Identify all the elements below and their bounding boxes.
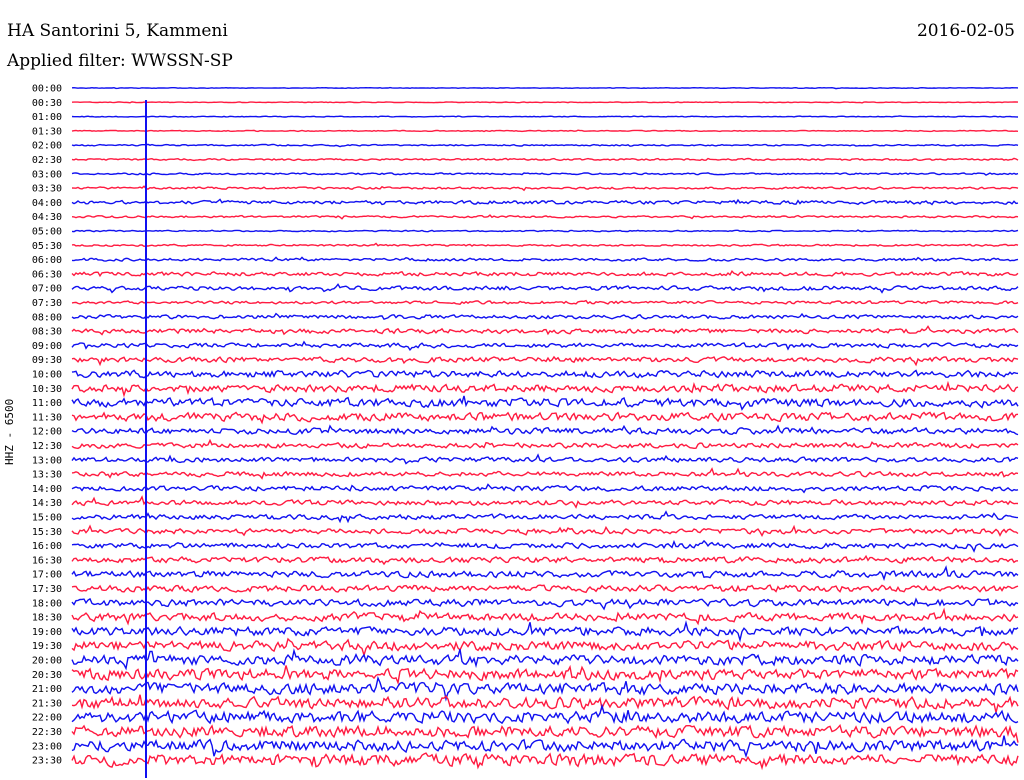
time-tick-label: 18:30 bbox=[32, 613, 62, 624]
time-tick-label: 07:00 bbox=[32, 284, 62, 295]
trace-row bbox=[71, 229, 1019, 233]
time-tick-label: 19:00 bbox=[32, 627, 62, 638]
trace-row bbox=[71, 299, 1019, 305]
time-tick-label: 21:00 bbox=[32, 684, 62, 695]
time-tick-label: 04:30 bbox=[32, 212, 62, 223]
trace-row bbox=[71, 467, 1019, 480]
seismogram-plot: 00:00 00:30 01:00 01:30 02:00 02:30 03:00 03:30… bbox=[32, 84, 1019, 778]
trace-row bbox=[71, 554, 1019, 566]
trace-row bbox=[71, 584, 1019, 594]
trace-row bbox=[71, 510, 1019, 524]
time-tick-label: 00:00 bbox=[32, 84, 62, 95]
trace-row bbox=[71, 172, 1019, 176]
trace-row bbox=[71, 607, 1019, 626]
trace-row bbox=[71, 438, 1019, 450]
time-tick-label: 14:00 bbox=[32, 484, 62, 495]
trace-row bbox=[71, 198, 1019, 206]
trace-row bbox=[71, 86, 1019, 90]
time-tick-label: 10:30 bbox=[32, 384, 62, 395]
time-tick-label: 06:00 bbox=[32, 255, 62, 266]
trace-row bbox=[71, 524, 1019, 538]
trace-row bbox=[71, 424, 1019, 436]
trace-row bbox=[71, 411, 1019, 425]
trace-row bbox=[71, 214, 1019, 220]
time-tick-label: 17:30 bbox=[32, 584, 62, 595]
time-tick-label: 16:30 bbox=[32, 555, 62, 566]
trace-row bbox=[71, 483, 1019, 494]
trace-row bbox=[71, 735, 1019, 759]
trace-row bbox=[71, 115, 1019, 118]
trace-row bbox=[71, 270, 1019, 278]
trace-row bbox=[71, 369, 1019, 379]
time-tick-label: 15:00 bbox=[32, 513, 62, 524]
time-tick-label: 23:30 bbox=[32, 756, 62, 767]
trace-row bbox=[71, 703, 1019, 725]
time-tick-label: 00:30 bbox=[32, 98, 62, 109]
time-tick-label: 12:30 bbox=[32, 441, 62, 452]
time-tick-label: 04:00 bbox=[32, 198, 62, 209]
trace-row bbox=[71, 675, 1019, 702]
trace-row bbox=[71, 312, 1019, 321]
time-tick-label: 06:30 bbox=[32, 269, 62, 280]
trace-row bbox=[71, 637, 1019, 658]
time-tick-label: 02:30 bbox=[32, 155, 62, 166]
trace-row bbox=[71, 723, 1019, 743]
trace-row bbox=[71, 597, 1019, 611]
trace-row bbox=[71, 495, 1019, 509]
time-tick-label: 05:30 bbox=[32, 241, 62, 252]
trace-row bbox=[71, 101, 1019, 104]
time-tick-label: 08:00 bbox=[32, 312, 62, 323]
time-tick-label: 22:30 bbox=[32, 727, 62, 738]
time-tick-label: 13:30 bbox=[32, 470, 62, 481]
trace-row bbox=[71, 648, 1019, 671]
trace-row bbox=[71, 340, 1019, 352]
time-tick-label: 09:30 bbox=[32, 355, 62, 366]
trace-row bbox=[71, 620, 1019, 643]
time-tick-label: 18:00 bbox=[32, 598, 62, 609]
time-tick-label: 17:00 bbox=[32, 570, 62, 581]
trace-row bbox=[71, 256, 1019, 262]
time-tick-label: 03:00 bbox=[32, 169, 62, 180]
trace-row bbox=[71, 325, 1019, 336]
time-tick-label: 08:30 bbox=[32, 327, 62, 338]
trace-row bbox=[71, 694, 1019, 713]
trace-row bbox=[71, 157, 1019, 162]
trace-row bbox=[71, 283, 1019, 294]
time-tick-label: 09:00 bbox=[32, 341, 62, 352]
trace-row bbox=[71, 242, 1019, 248]
time-tick-label: 05:00 bbox=[32, 227, 62, 238]
time-tick-label: 22:00 bbox=[32, 713, 62, 724]
time-tick-label: 03:30 bbox=[32, 184, 62, 195]
trace-row bbox=[71, 143, 1019, 148]
trace-row bbox=[71, 380, 1019, 398]
time-tick-label: 10:00 bbox=[32, 370, 62, 381]
trace-row bbox=[71, 185, 1019, 192]
time-tick-label: 07:30 bbox=[32, 298, 62, 309]
time-tick-label: 01:00 bbox=[32, 112, 62, 123]
trace-row bbox=[71, 565, 1019, 581]
time-tick-label: 15:30 bbox=[32, 527, 62, 538]
time-tick-label: 20:30 bbox=[32, 670, 62, 681]
time-tick-label: 02:00 bbox=[32, 141, 62, 152]
time-tick-label: 13:00 bbox=[32, 455, 62, 466]
time-tick-label: 16:00 bbox=[32, 541, 62, 552]
time-tick-label: 21:30 bbox=[32, 698, 62, 709]
time-tick-label: 12:00 bbox=[32, 427, 62, 438]
time-tick-label: 01:30 bbox=[32, 126, 62, 137]
trace-row bbox=[71, 539, 1019, 553]
trace-row bbox=[71, 129, 1019, 133]
time-tick-label: 19:30 bbox=[32, 641, 62, 652]
trace-row bbox=[71, 453, 1019, 465]
time-tick-label: 11:30 bbox=[32, 412, 62, 423]
trace-row bbox=[71, 664, 1019, 686]
time-tick-label: 20:00 bbox=[32, 656, 62, 667]
time-tick-label: 11:00 bbox=[32, 398, 62, 409]
trace-row bbox=[71, 355, 1019, 367]
time-tick-label: 23:00 bbox=[32, 741, 62, 752]
trace-row bbox=[71, 395, 1019, 411]
time-tick-label: 14:30 bbox=[32, 498, 62, 509]
